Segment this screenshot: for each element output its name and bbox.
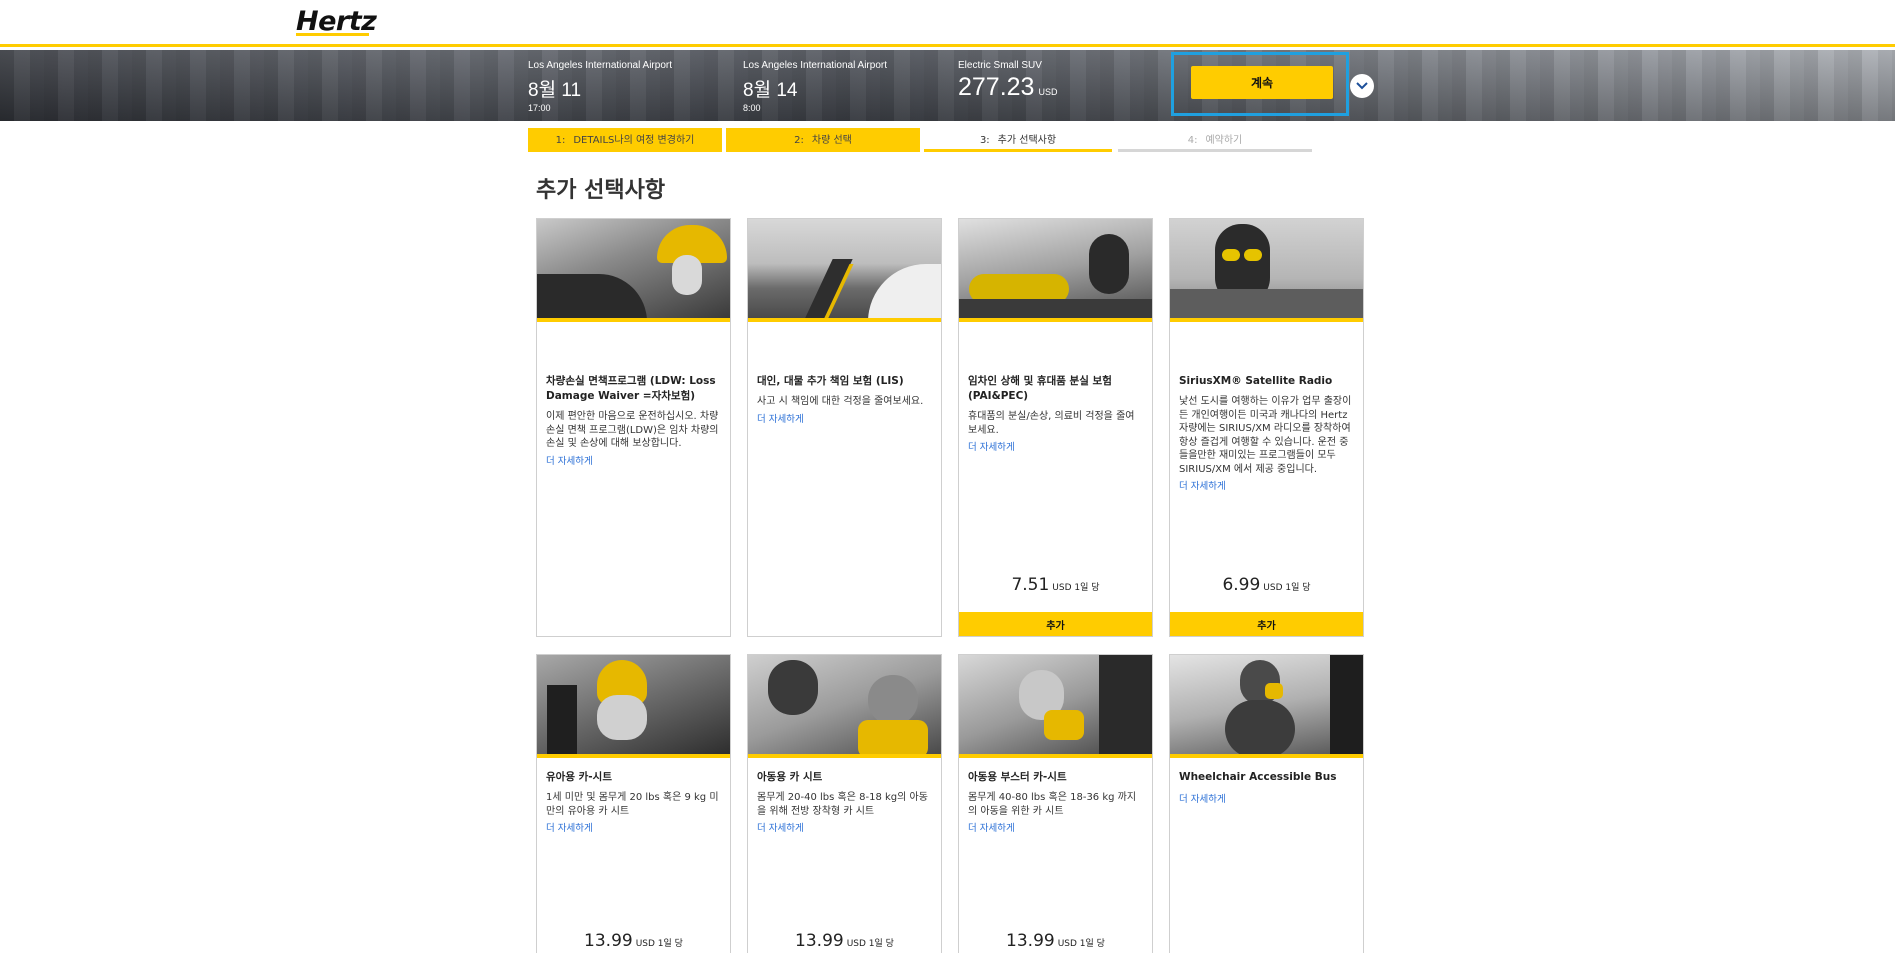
card-siriusxm: SiriusXM® Satellite Radio 낯선 도시를 여행하는 이유…	[1169, 218, 1364, 637]
card-title: Wheelchair Accessible Bus	[1179, 771, 1337, 783]
pickup-date: 8월 11	[528, 80, 582, 101]
card-booster-seat: 아동용 부스터 카-시트 몸무게 40-80 lbs 혹은 18-36 kg 까…	[958, 654, 1153, 953]
card-price: 13.99 USD 1일 당	[1006, 931, 1105, 951]
dropoff-location: Los Angeles International Airport	[743, 60, 887, 71]
card-description: 몸무게 20-40 lbs 혹은 8-18 kg의 아동을 위해 전방 장착형 …	[757, 792, 928, 817]
itinerary-band: Los Angeles International Airport 8월 11 …	[0, 50, 1895, 121]
card-title: SiriusXM® Satellite Radio	[1179, 375, 1333, 387]
card-lis: 대인, 대물 추가 책임 보험 (LIS) 사고 시 책임에 대한 걱정을 줄여…	[747, 218, 942, 637]
card-photo	[537, 219, 730, 322]
card-wheelchair-bus: Wheelchair Accessible Bus 더 자세하게	[1169, 654, 1364, 953]
card-title: 대인, 대물 추가 책임 보험 (LIS)	[757, 375, 904, 387]
card-child-seat: 아동용 카 시트 몸무게 20-40 lbs 혹은 8-18 kg의 아동을 위…	[747, 654, 942, 953]
add-button[interactable]: 추가	[959, 612, 1152, 636]
card-title: 차량손실 면책프로그램 (LDW: Loss Damage Waiver =자차…	[546, 375, 716, 402]
card-photo	[537, 655, 730, 758]
card-price: 13.99 USD 1일 당	[584, 931, 683, 951]
logo-underline	[296, 33, 369, 36]
pickup-summary[interactable]: Los Angeles International Airport 8월 11 …	[528, 60, 672, 113]
card-description: 낯선 도시를 여행하는 이유가 업무 출장이든 개인여행이든 미국과 캐나다의 …	[1179, 396, 1352, 475]
card-pai-pec: 임차인 상해 및 휴대품 분실 보험 (PAI&PEC) 휴대품의 분실/손상,…	[958, 218, 1153, 637]
card-photo	[1170, 655, 1363, 758]
total-price-currency: USD	[1038, 87, 1058, 97]
vehicle-name: Electric Small SUV	[958, 60, 1042, 71]
learn-more-link[interactable]: 더 자세하게	[757, 411, 804, 425]
card-photo	[959, 219, 1152, 322]
top-bar: Hertz	[0, 0, 1895, 47]
card-title: 임차인 상해 및 휴대품 분실 보험 (PAI&PEC)	[968, 375, 1112, 402]
add-button[interactable]: 추가	[1170, 612, 1363, 636]
learn-more-link[interactable]: 더 자세하게	[546, 820, 593, 834]
step-4: 4: 예약하기	[1118, 128, 1312, 152]
card-description: 몸무게 40-80 lbs 혹은 18-36 kg 까지의 아동을 위한 카 시…	[968, 792, 1137, 817]
dropoff-date: 8월 14	[743, 80, 798, 101]
card-photo	[1170, 219, 1363, 322]
card-description: 사고 시 책임에 대한 걱정을 줄여보세요.	[757, 396, 924, 407]
learn-more-link[interactable]: 더 자세하게	[968, 820, 1015, 834]
step-3: 3: 추가 선택사항	[924, 128, 1112, 152]
learn-more-link[interactable]: 더 자세하게	[757, 820, 804, 834]
chevron-down-icon	[1356, 82, 1368, 90]
dropoff-time: 8:00	[743, 103, 761, 113]
card-title: 아동용 부스터 카-시트	[968, 771, 1067, 783]
card-photo	[959, 655, 1152, 758]
card-ldw: 차량손실 면책프로그램 (LDW: Loss Damage Waiver =자차…	[536, 218, 731, 637]
page-title: 추가 선택사항	[536, 178, 666, 203]
card-description: 이제 편안한 마음으로 운전하십시오. 차량손실 면책 프로그램(LDW)은 임…	[546, 411, 719, 449]
card-price: 13.99 USD 1일 당	[795, 931, 894, 951]
dropoff-summary[interactable]: Los Angeles International Airport 8월 14 …	[743, 60, 887, 113]
learn-more-link[interactable]: 더 자세하게	[1179, 478, 1226, 492]
card-price: 6.99 USD 1일 당	[1222, 575, 1311, 595]
step-2[interactable]: 2: 차량 선택	[726, 128, 920, 152]
card-description: 1세 미만 및 몸무게 20 lbs 혹은 9 kg 미만의 유아용 카 시트	[546, 792, 719, 817]
card-photo	[748, 655, 941, 758]
learn-more-link[interactable]: 더 자세하게	[968, 439, 1015, 453]
expand-summary-button[interactable]	[1350, 74, 1374, 98]
card-title: 유아용 카-시트	[546, 771, 612, 783]
learn-more-link[interactable]: 더 자세하게	[546, 453, 593, 467]
pickup-location: Los Angeles International Airport	[528, 60, 672, 71]
card-price: 7.51 USD 1일 당	[1011, 575, 1100, 595]
card-photo	[748, 219, 941, 322]
card-description: 휴대품의 분실/손상, 의료비 걱정을 줄여보세요.	[968, 411, 1135, 436]
total-price-amount: 277.23	[958, 73, 1035, 101]
step-1[interactable]: 1: DETAILS나의 여정 변경하기	[528, 128, 722, 152]
vehicle-summary[interactable]: Electric Small SUV 277.23 USD	[958, 60, 1057, 102]
card-infant-seat: 유아용 카-시트 1세 미만 및 몸무게 20 lbs 혹은 9 kg 미만의 …	[536, 654, 731, 953]
card-title: 아동용 카 시트	[757, 771, 823, 783]
continue-button[interactable]: 계속	[1191, 66, 1333, 99]
learn-more-link[interactable]: 더 자세하게	[1179, 791, 1226, 805]
total-price: 277.23 USD	[958, 73, 1057, 102]
pickup-time: 17:00	[528, 103, 551, 113]
